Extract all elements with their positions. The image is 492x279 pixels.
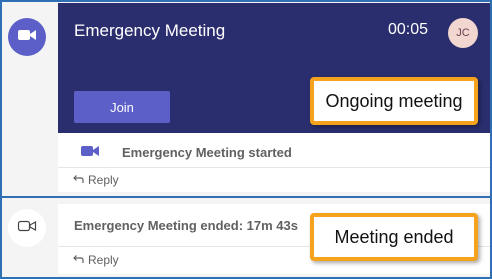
- video-call-ended-avatar: [8, 209, 46, 247]
- video-camera-icon: [80, 143, 100, 164]
- section-divider: [0, 196, 492, 198]
- reply-separator: [58, 167, 490, 168]
- video-call-avatar: [8, 18, 46, 56]
- meeting-title: Emergency Meeting: [74, 21, 226, 40]
- reply-button[interactable]: Reply: [72, 253, 119, 267]
- video-camera-icon: [17, 27, 37, 48]
- reply-label: Reply: [88, 173, 119, 187]
- reply-label: Reply: [88, 253, 119, 267]
- reply-arrow-icon: [72, 253, 84, 267]
- reply-arrow-icon: [72, 173, 84, 187]
- join-button[interactable]: Join: [74, 91, 170, 123]
- meeting-ended-callout: Meeting ended: [310, 213, 478, 261]
- meeting-timer: 00:05: [388, 21, 429, 38]
- meeting-started-text: Emergency Meeting started: [122, 145, 292, 160]
- video-camera-outline-icon: [17, 218, 37, 239]
- ongoing-meeting-callout: Ongoing meeting: [310, 77, 478, 125]
- meeting-ended-text: Emergency Meeting ended: 17m 43s: [74, 218, 298, 233]
- participant-avatar[interactable]: JC: [448, 18, 478, 48]
- reply-button[interactable]: Reply: [72, 173, 119, 187]
- meeting-started-message: Emergency Meeting started Reply: [58, 133, 490, 192]
